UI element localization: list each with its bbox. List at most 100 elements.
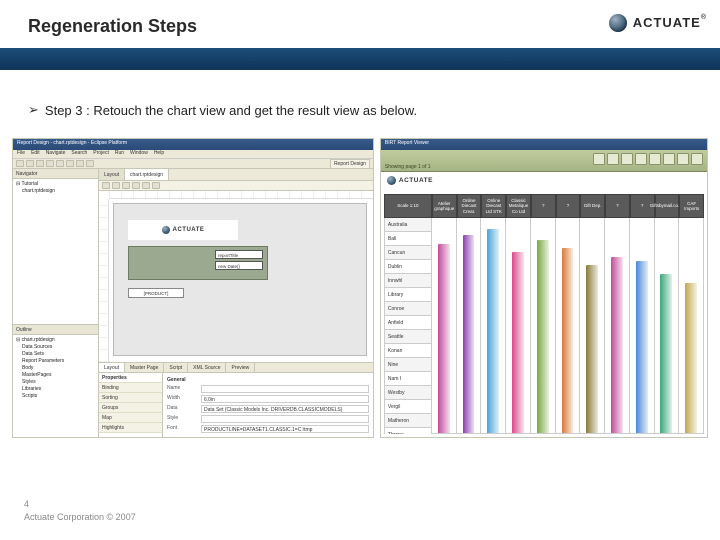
row-label: Westby (384, 386, 432, 400)
ide-screenshot: Report Design - chart.rptdesign - Eclips… (12, 138, 374, 438)
row-header-column: Scale 1:10 AustraliaBaliCancunDublinInnw… (384, 194, 432, 434)
tree-node[interactable]: Scripts (16, 393, 95, 400)
viewer-toolbar: Showing page 1 of 1 (381, 150, 707, 172)
brand-text: ACTUATE® (633, 14, 706, 32)
tree-node[interactable]: Data Sets (16, 351, 95, 358)
step-line: ➢ Step 3 : Retouch the chart view and ge… (28, 102, 417, 118)
menu-item[interactable]: Navigate (46, 150, 66, 158)
step-text: Step 3 : Retouch the chart view and get … (45, 103, 417, 118)
canvas-surface[interactable]: ACTUATE reportTitle new Date() [PRODUCT] (113, 203, 367, 356)
toolbar-button[interactable] (122, 182, 130, 189)
canvas-cell[interactable]: [PRODUCT] (128, 288, 184, 298)
viewer-page-label: Showing page 1 of 1 (385, 164, 431, 170)
first-page-button[interactable] (635, 153, 647, 165)
bullet-chevron-icon: ➢ (28, 102, 39, 118)
canvas-header-block[interactable]: reportTitle new Date() (128, 246, 268, 280)
canvas-cell[interactable]: new Date() (215, 261, 263, 270)
prop-value[interactable] (201, 385, 369, 393)
prop-label: Style (167, 415, 197, 423)
bottom-tab[interactable]: Preview (226, 363, 255, 372)
prop-value[interactable] (201, 415, 369, 423)
toolbar-button[interactable] (152, 182, 160, 189)
menu-item[interactable]: Run (115, 150, 124, 158)
menu-item[interactable]: File (17, 150, 25, 158)
toolbar-button[interactable] (36, 160, 44, 167)
prop-tab[interactable]: Properties (99, 373, 162, 383)
toolbar-button[interactable] (46, 160, 54, 167)
toolbar-button[interactable] (142, 182, 150, 189)
bar-cell (481, 218, 506, 434)
toolbar-button[interactable] (16, 160, 24, 167)
toolbar-button[interactable] (132, 182, 140, 189)
row-label: Vergil (384, 400, 432, 414)
export-button[interactable] (607, 153, 619, 165)
toolbar-button[interactable] (26, 160, 34, 167)
viewer-body: ACTUATE Scale 1:10 AustraliaBaliCancunDu… (381, 172, 707, 437)
bottom-tab[interactable]: Master Page (125, 363, 164, 372)
column-header: ? (605, 194, 630, 218)
goto-page-button[interactable] (691, 153, 703, 165)
design-canvas[interactable]: ACTUATE reportTitle new Date() [PRODUCT] (99, 191, 373, 363)
last-page-button[interactable] (677, 153, 689, 165)
row-label: Bali (384, 232, 432, 246)
column-header: ? (556, 194, 581, 218)
menu-item[interactable]: Help (154, 150, 164, 158)
tree-node[interactable]: Styles (16, 379, 95, 386)
editor-tab[interactable]: Layout (99, 169, 125, 180)
prev-page-button[interactable] (649, 153, 661, 165)
bottom-tab[interactable]: XML Source (188, 363, 226, 372)
ruler-horizontal (109, 191, 373, 199)
menu-item[interactable]: Project (93, 150, 109, 158)
outline-tree[interactable]: ⊟ chart.rptdesign Data Sources Data Sets… (13, 335, 98, 437)
prop-value[interactable]: Data Set (Classic Models Inc. DRIVERDB.C… (201, 405, 369, 413)
toolbar-button[interactable] (76, 160, 84, 167)
toolbar-button[interactable] (66, 160, 74, 167)
tree-node[interactable]: ⊟ Tutorial (16, 181, 95, 188)
tree-node[interactable]: Report Parameters (16, 358, 95, 365)
row-label: Cancun (384, 246, 432, 260)
tree-node[interactable]: MasterPages (16, 372, 95, 379)
toolbar-button[interactable] (86, 160, 94, 167)
prop-tab[interactable]: Highlights (99, 423, 162, 433)
prop-tab[interactable]: Sorting (99, 393, 162, 403)
prop-value[interactable]: 6.0in (201, 395, 369, 403)
tree-node[interactable]: ⊟ chart.rptdesign (16, 337, 95, 344)
bar (463, 235, 475, 433)
print-button[interactable] (621, 153, 633, 165)
bar (611, 257, 623, 433)
editor-tab[interactable]: chart.rptdesign (125, 169, 169, 180)
toolbar-button[interactable] (112, 182, 120, 189)
bar (636, 261, 648, 433)
tree-node[interactable]: Libraries (16, 386, 95, 393)
copyright: Actuate Corporation © 2007 (24, 512, 136, 522)
menu-item[interactable]: Edit (31, 150, 40, 158)
toolbar-button[interactable] (102, 182, 110, 189)
outline-tab[interactable]: Outline (13, 325, 98, 335)
prop-tab[interactable]: Groups (99, 403, 162, 413)
prop-tab[interactable]: Binding (99, 383, 162, 393)
prop-tab[interactable]: Map (99, 413, 162, 423)
slide-footer: 4 Actuate Corporation © 2007 (24, 498, 136, 524)
menu-item[interactable]: Window (130, 150, 148, 158)
next-page-button[interactable] (663, 153, 675, 165)
navigator-tab[interactable]: Navigator (13, 169, 98, 179)
bottom-tab[interactable]: Layout (99, 363, 125, 372)
tree-node[interactable]: chart.rptdesign (16, 188, 95, 195)
ruler-vertical (99, 199, 109, 362)
tree-node[interactable]: Body (16, 365, 95, 372)
prop-value[interactable]: PRODUCTLINE=DATASET1.CLASSIC.1=C:\tmp (201, 425, 369, 433)
canvas-logo-box[interactable]: ACTUATE (128, 220, 238, 240)
toc-button[interactable] (593, 153, 605, 165)
bar-cell (556, 218, 581, 434)
row-label: Conroe (384, 302, 432, 316)
navigator-tree[interactable]: ⊟ Tutorial chart.rptdesign (13, 179, 98, 324)
prop-row: Style (167, 415, 369, 423)
bottom-tab[interactable]: Script (164, 363, 188, 372)
row-label: Dublin (384, 260, 432, 274)
tree-node[interactable]: Data Sources (16, 344, 95, 351)
perspective-button[interactable]: Report Design (330, 159, 370, 169)
toolbar-button[interactable] (56, 160, 64, 167)
menu-item[interactable]: Search (71, 150, 87, 158)
chart-column: Gift Dep. (580, 194, 605, 434)
canvas-cell[interactable]: reportTitle (215, 250, 263, 259)
